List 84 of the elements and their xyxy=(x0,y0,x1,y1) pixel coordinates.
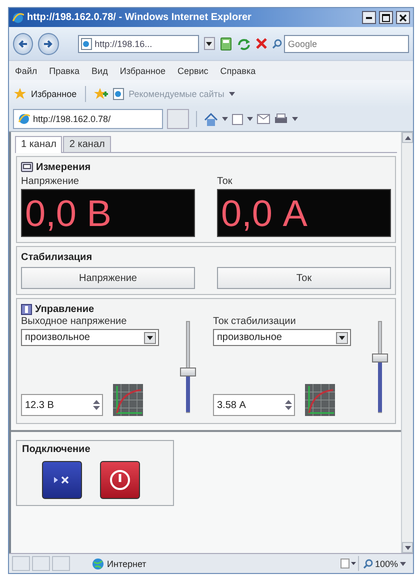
digital-readout: 0,0 В xyxy=(21,189,195,237)
meter-label: Ток xyxy=(217,176,234,189)
menu-item[interactable]: Избранное xyxy=(120,66,166,76)
panel-title: Стабилизация xyxy=(21,252,92,262)
field-label: Ток стабилизации xyxy=(213,316,297,329)
caret-icon xyxy=(229,92,236,96)
mode-button[interactable]: Напряжение xyxy=(21,267,195,289)
maximize-icon xyxy=(382,14,390,22)
digital-readout: 0,0 А xyxy=(217,189,391,237)
panel-title: Измерения xyxy=(36,162,91,172)
page-icon xyxy=(80,38,92,50)
back-arrow-icon xyxy=(18,38,28,48)
panel-title: Подключение xyxy=(22,444,92,455)
value-field[interactable]: 12.3 В xyxy=(21,394,103,416)
add-favorite-icon[interactable] xyxy=(94,88,108,100)
menu-item[interactable]: Сервис xyxy=(177,66,208,76)
back-button[interactable] xyxy=(13,32,34,54)
zoom-button[interactable]: 100% xyxy=(358,556,410,571)
search-field[interactable]: Google xyxy=(284,34,409,52)
window-title: http://198.162.0.78/ - Windows Internet Explorer xyxy=(27,12,252,23)
plug-cross-icon xyxy=(53,475,71,485)
minimize-button[interactable] xyxy=(362,11,376,24)
meter-icon xyxy=(21,162,33,172)
magnifier-icon xyxy=(362,558,373,568)
star-icon xyxy=(14,88,26,99)
down-arrow-icon xyxy=(93,406,100,410)
channel-tab[interactable]: 1 канал xyxy=(15,136,62,153)
control-icon xyxy=(21,304,32,314)
close-button[interactable] xyxy=(396,11,410,24)
field-label: Выходное напряжение xyxy=(21,316,128,329)
spinner-button[interactable] xyxy=(285,400,292,410)
slider-thumb[interactable] xyxy=(372,354,388,362)
forward-arrow-icon xyxy=(43,38,54,48)
power-button[interactable] xyxy=(100,461,140,499)
value-field[interactable]: 3.58 А xyxy=(213,394,295,416)
down-arrow-icon[interactable] xyxy=(404,546,410,550)
mode-dropdown[interactable]: произвольное xyxy=(213,329,351,346)
scrollbar[interactable] xyxy=(401,132,413,553)
status-pane xyxy=(32,556,50,571)
print-icon[interactable] xyxy=(274,113,288,125)
mode-dropdown[interactable]: произвольное xyxy=(21,329,159,346)
zone-label: Интернет xyxy=(107,558,146,568)
dropdown-button[interactable] xyxy=(204,37,215,50)
browser-logo-icon xyxy=(12,12,24,24)
search-icon xyxy=(272,38,282,48)
up-arrow-icon xyxy=(285,400,292,404)
disconnect-button[interactable] xyxy=(42,461,82,499)
forward-button[interactable] xyxy=(38,32,59,54)
panel-title: Управление xyxy=(35,304,94,314)
up-arrow-icon xyxy=(93,400,100,404)
caret-icon xyxy=(206,42,212,46)
spinner-button[interactable] xyxy=(93,400,100,410)
down-arrow-icon xyxy=(285,406,292,410)
mail-icon[interactable] xyxy=(257,114,270,124)
close-icon xyxy=(399,14,407,22)
up-arrow-icon[interactable] xyxy=(404,136,410,140)
caret-icon xyxy=(400,562,406,566)
maximize-button[interactable] xyxy=(379,11,393,24)
home-icon[interactable] xyxy=(204,112,218,126)
caret-icon xyxy=(339,336,345,340)
caret-icon xyxy=(247,117,253,121)
globe-icon xyxy=(92,558,104,570)
caret-icon xyxy=(222,117,228,121)
favorites-button[interactable]: Избранное xyxy=(31,88,77,98)
page-icon xyxy=(112,88,124,100)
browser-logo-icon xyxy=(18,113,30,125)
menu-item[interactable]: Файл xyxy=(15,66,38,76)
caret-icon xyxy=(292,117,298,121)
address-field[interactable]: http://198.16... xyxy=(78,34,199,52)
slider-thumb[interactable] xyxy=(180,367,196,376)
mode-button[interactable]: Ток xyxy=(217,267,391,289)
power-icon xyxy=(109,469,131,491)
status-pane xyxy=(12,556,30,571)
minimize-icon xyxy=(366,16,372,18)
channel-tab[interactable]: 2 канал xyxy=(63,136,111,152)
meter-label: Напряжение xyxy=(21,176,80,189)
refresh-icon[interactable] xyxy=(237,38,251,50)
browser-tab[interactable]: http://198.162.0.78/ xyxy=(13,109,163,129)
stop-icon[interactable] xyxy=(256,38,267,49)
menu-item[interactable]: Справка xyxy=(220,66,256,76)
menu-item[interactable]: Вид xyxy=(92,66,108,76)
status-pane xyxy=(52,556,70,571)
caret-icon xyxy=(147,336,153,340)
menu-item[interactable]: Правка xyxy=(49,66,80,76)
